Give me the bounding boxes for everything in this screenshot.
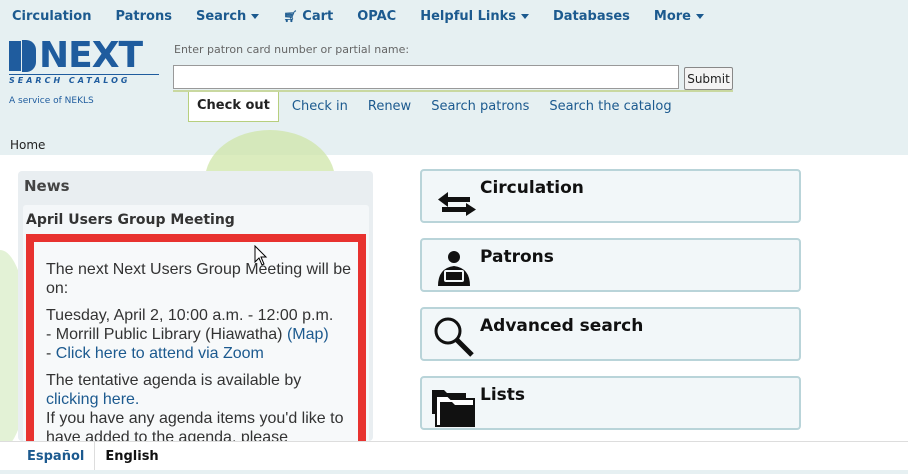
nav-search[interactable]: Search — [196, 9, 260, 24]
panel-advanced-search[interactable]: Advanced search — [420, 307, 801, 361]
panel-label: Patrons — [480, 247, 554, 267]
breadcrumb: Home — [0, 135, 908, 155]
zoom-link[interactable]: Click here to attend via Zoom — [56, 345, 264, 362]
news-item-title: April Users Group Meeting — [26, 212, 235, 228]
footer-strip — [0, 470, 908, 474]
breadcrumb-home[interactable]: Home — [10, 138, 45, 152]
panel-circulation[interactable]: Circulation — [420, 169, 801, 223]
nav-databases[interactable]: Databases — [553, 9, 630, 24]
logo-service-text: A service of NEKLS — [9, 96, 94, 106]
folders-icon — [432, 390, 475, 427]
panel-label: Advanced search — [480, 316, 644, 336]
panel-lists[interactable]: Lists — [420, 376, 801, 430]
news-panel: News April Users Group Meeting The next … — [18, 171, 373, 441]
nav-more[interactable]: More — [654, 9, 704, 24]
top-navigation: Circulation Patrons Search 🛒︎ Cart OPAC H… — [0, 0, 908, 32]
tab-search-catalog[interactable]: Search the catalog — [539, 92, 681, 121]
news-paragraph: The tentative agenda is available by cli… — [46, 372, 302, 408]
tab-check-out[interactable]: Check out — [188, 92, 279, 122]
news-paragraph: Tuesday, April 2, 10:00 a.m. - 12:00 p.m… — [46, 307, 334, 362]
news-paragraph: The next Next Users Group Meeting will b… — [46, 261, 352, 297]
submit-button[interactable]: Submit — [684, 67, 733, 90]
chevron-down-icon — [251, 13, 260, 19]
magnifier-icon — [434, 317, 474, 357]
nav-cart[interactable]: 🛒︎ Cart — [283, 9, 333, 24]
map-link[interactable]: (Map) — [287, 326, 329, 343]
circulation-arrows-icon — [438, 192, 476, 216]
news-item-body: The next Next Users Group Meeting will b… — [26, 234, 366, 441]
logo-word: NEXT — [39, 35, 143, 76]
panel-label: Lists — [480, 385, 526, 405]
panel-label: Circulation — [480, 178, 584, 198]
book-logo-icon — [9, 40, 37, 72]
nav-helpful-links[interactable]: Helpful Links — [420, 9, 529, 24]
agenda-link[interactable]: clicking here. — [46, 391, 139, 408]
logo[interactable]: NEXT SEARCH CATALOG A service of NEKLS — [9, 35, 164, 106]
chevron-down-icon — [520, 13, 529, 19]
header-tabs: Check out Check in Renew Search patrons … — [188, 92, 682, 122]
nav-circulation[interactable]: Circulation — [12, 9, 91, 24]
tab-search-patrons[interactable]: Search patrons — [421, 92, 539, 121]
panel-patrons[interactable]: Patrons — [420, 238, 801, 292]
checkout-field-label: Enter patron card number or partial name… — [174, 43, 410, 56]
patron-search-input[interactable] — [173, 65, 679, 89]
nav-patrons[interactable]: Patrons — [115, 9, 172, 24]
cart-icon: 🛒︎ — [283, 9, 298, 23]
tab-renew[interactable]: Renew — [358, 92, 421, 121]
news-heading: News — [24, 177, 70, 195]
nav-opac[interactable]: OPAC — [357, 9, 396, 24]
patron-icon — [438, 251, 470, 286]
mouse-cursor-icon — [254, 245, 268, 266]
tab-check-in[interactable]: Check in — [282, 92, 358, 121]
header: NEXT SEARCH CATALOG A service of NEKLS E… — [0, 32, 908, 135]
news-item: April Users Group Meeting The next Next … — [23, 205, 369, 441]
chevron-down-icon — [696, 13, 704, 19]
news-paragraph: If you have any agenda items you'd like … — [46, 410, 344, 441]
